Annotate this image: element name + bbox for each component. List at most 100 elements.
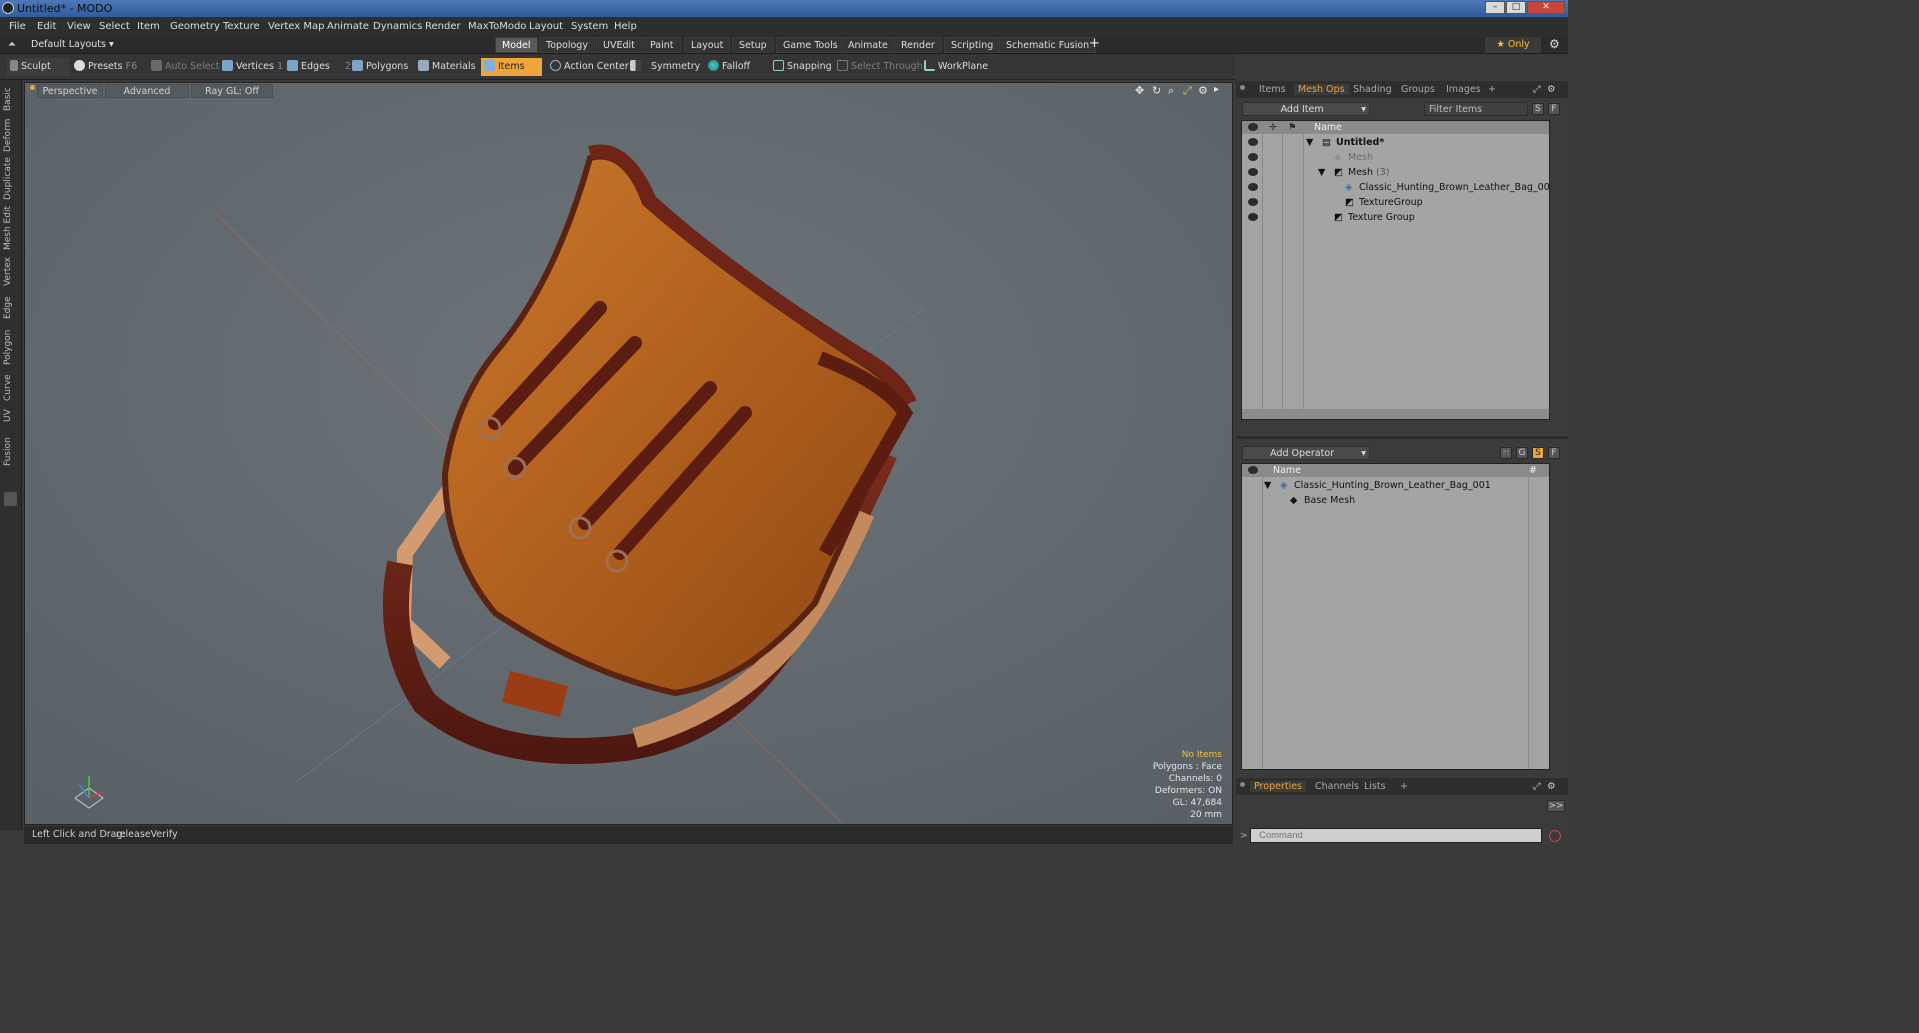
tab-schematic-fusion[interactable]: Schematic Fusion xyxy=(999,37,1097,53)
tree-horizontal-scrollbar[interactable] xyxy=(1242,409,1549,419)
add-item-dropdown[interactable]: Add Item ▾ xyxy=(1242,102,1370,116)
menu-render[interactable]: Render xyxy=(425,21,461,32)
maximize-button[interactable]: □ xyxy=(1506,1,1526,14)
add-panel-tab-icon[interactable]: + xyxy=(1400,781,1408,792)
menu-texture[interactable]: Texture xyxy=(223,21,260,32)
expand-arrow-icon[interactable]: ▼ xyxy=(1306,135,1313,150)
tab-duplicate[interactable]: Duplicate xyxy=(3,157,18,200)
menu-edit[interactable]: Edit xyxy=(37,21,56,32)
close-button[interactable]: ✕ xyxy=(1527,1,1565,14)
only-toggle[interactable]: ★ Only xyxy=(1485,37,1541,53)
tab-deform[interactable]: Deform xyxy=(3,118,18,152)
menu-item[interactable]: Item xyxy=(137,21,160,32)
panel-settings-icon[interactable]: ⚙ xyxy=(1547,781,1556,792)
tab-uvedit[interactable]: UVEdit xyxy=(596,37,642,53)
tab-images[interactable]: Images xyxy=(1446,84,1481,95)
edges-button[interactable]: Edges 2 xyxy=(287,58,351,76)
expand-arrow-icon[interactable]: ▼ xyxy=(1318,165,1325,180)
tab-mesh-edit[interactable]: Mesh Edit xyxy=(3,206,18,250)
tab-mesh-ops[interactable]: Mesh Ops xyxy=(1294,84,1349,95)
presets-button[interactable]: Presets F6 xyxy=(74,58,140,76)
tab-properties[interactable]: Properties xyxy=(1250,781,1307,792)
tree-row-mesh-dim[interactable]: ◈ Mesh xyxy=(1242,150,1549,165)
move-view-icon[interactable]: ✥ xyxy=(1135,84,1144,97)
items-button[interactable]: Items xyxy=(481,58,542,76)
rotate-view-icon[interactable]: ↻ xyxy=(1152,84,1161,97)
menu-geometry[interactable]: Geometry xyxy=(170,21,220,32)
menu-help[interactable]: Help xyxy=(614,21,637,32)
maximize-view-icon[interactable]: ⤢ xyxy=(1183,84,1192,98)
menu-file[interactable]: File xyxy=(9,21,26,32)
tab-uv[interactable]: UV xyxy=(3,408,18,424)
tree-row-texture-group[interactable]: ◩ Texture Group xyxy=(1242,210,1549,225)
materials-button[interactable]: Materials xyxy=(418,58,476,76)
visibility-eye-icon[interactable] xyxy=(1248,153,1258,161)
falloff-button[interactable]: Falloff xyxy=(708,58,750,76)
menu-view[interactable]: View xyxy=(67,21,91,32)
tab-paint[interactable]: Paint xyxy=(643,37,681,53)
tab-render[interactable]: Render xyxy=(894,37,942,53)
tab-vertex[interactable]: Vertex xyxy=(3,256,18,288)
tree-row-mesh-group[interactable]: ▼ ◩ Mesh (3) xyxy=(1242,165,1549,180)
g-button[interactable]: G xyxy=(1516,447,1528,459)
h-button[interactable]: H xyxy=(1500,447,1512,459)
action-center-button[interactable]: Action Center xyxy=(550,58,629,76)
tab-shading[interactable]: Shading xyxy=(1353,84,1392,95)
panel-settings-icon[interactable]: ⚙ xyxy=(1547,84,1556,95)
menu-animate[interactable]: Animate xyxy=(327,21,369,32)
symmetry-button[interactable]: Symmetry xyxy=(630,58,700,76)
minimize-button[interactable]: – xyxy=(1485,1,1505,14)
sculpt-button[interactable]: Sculpt xyxy=(7,58,69,76)
tab-fusion[interactable]: Fusion xyxy=(3,436,18,468)
visibility-eye-icon[interactable] xyxy=(1248,183,1258,191)
snapping-button[interactable]: Snapping xyxy=(773,58,832,76)
tab-channels[interactable]: Channels xyxy=(1315,781,1359,792)
panel-toggle-button[interactable] xyxy=(4,492,17,506)
gear-icon[interactable]: ⚙ xyxy=(1549,37,1560,51)
3d-viewport[interactable]: Perspective Advanced Ray GL: Off ✥ ↻ ⌕ ⤢… xyxy=(24,82,1233,825)
select-through-button[interactable]: Select Through xyxy=(837,58,923,76)
expand-panel-icon[interactable]: ⤢ xyxy=(1533,84,1541,95)
tab-basic[interactable]: Basic xyxy=(3,84,18,114)
panel-splitter[interactable] xyxy=(1236,436,1568,439)
tab-topology[interactable]: Topology xyxy=(539,37,595,53)
tree-row-bag-mesh[interactable]: ◈ Classic_Hunting_Brown_Leather_Bag_001 xyxy=(1242,180,1549,195)
tree-row-texturegroup[interactable]: ◩ TextureGroup xyxy=(1242,195,1549,210)
visibility-eye-icon[interactable] xyxy=(1248,213,1258,221)
command-input[interactable] xyxy=(1250,828,1542,843)
filter-f-button[interactable]: F xyxy=(1548,103,1560,115)
meshops-row-base-mesh[interactable]: ◆ Base Mesh xyxy=(1242,493,1549,508)
workplane-button[interactable]: WorkPlane xyxy=(924,58,988,76)
tab-game-tools[interactable]: Game Tools xyxy=(776,37,845,53)
tab-setup[interactable]: Setup xyxy=(732,37,774,53)
tab-items[interactable]: Items xyxy=(1259,84,1286,95)
raygl-toggle[interactable]: Ray GL: Off xyxy=(191,84,273,98)
viewport-settings-icon[interactable]: ⚙ xyxy=(1198,84,1208,97)
tab-polygon[interactable]: Polygon xyxy=(3,328,18,366)
visibility-eye-icon[interactable] xyxy=(1248,168,1258,176)
vertices-button[interactable]: Vertices 1 xyxy=(222,58,283,76)
polygons-button[interactable]: Polygons xyxy=(352,58,408,76)
expand-properties-button[interactable]: >> xyxy=(1547,800,1565,812)
tab-scripting[interactable]: Scripting xyxy=(944,37,1001,53)
add-panel-tab-icon[interactable]: + xyxy=(1488,84,1496,95)
expand-arrow-icon[interactable]: ▼ xyxy=(1264,478,1271,493)
tab-animate[interactable]: Animate xyxy=(841,37,895,53)
menu-system[interactable]: System xyxy=(571,21,608,32)
meshops-row-bag[interactable]: ▼ ◈ Classic_Hunting_Brown_Leather_Bag_00… xyxy=(1242,478,1549,493)
visibility-eye-icon[interactable] xyxy=(1248,198,1258,206)
viewport-more-icon[interactable]: ▸ xyxy=(1214,84,1219,95)
f-button[interactable]: F xyxy=(1548,447,1560,459)
menu-select[interactable]: Select xyxy=(99,21,130,32)
view-perspective-dropdown[interactable]: Perspective xyxy=(37,84,103,98)
tree-row-scene[interactable]: ▼ ▤ Untitled* xyxy=(1242,135,1549,150)
render-mode-dropdown[interactable]: Advanced xyxy=(105,84,189,98)
auto-select-button[interactable]: Auto Select xyxy=(151,58,219,76)
filter-items-input[interactable]: Filter Items xyxy=(1424,102,1528,116)
s-button[interactable]: S xyxy=(1532,447,1544,459)
menu-dynamics[interactable]: Dynamics xyxy=(373,21,422,32)
tab-edge[interactable]: Edge xyxy=(3,294,18,322)
command-record-icon[interactable] xyxy=(1549,830,1561,842)
menu-layout[interactable]: Layout xyxy=(529,21,563,32)
expand-panel-icon[interactable]: ⤢ xyxy=(1533,781,1541,792)
